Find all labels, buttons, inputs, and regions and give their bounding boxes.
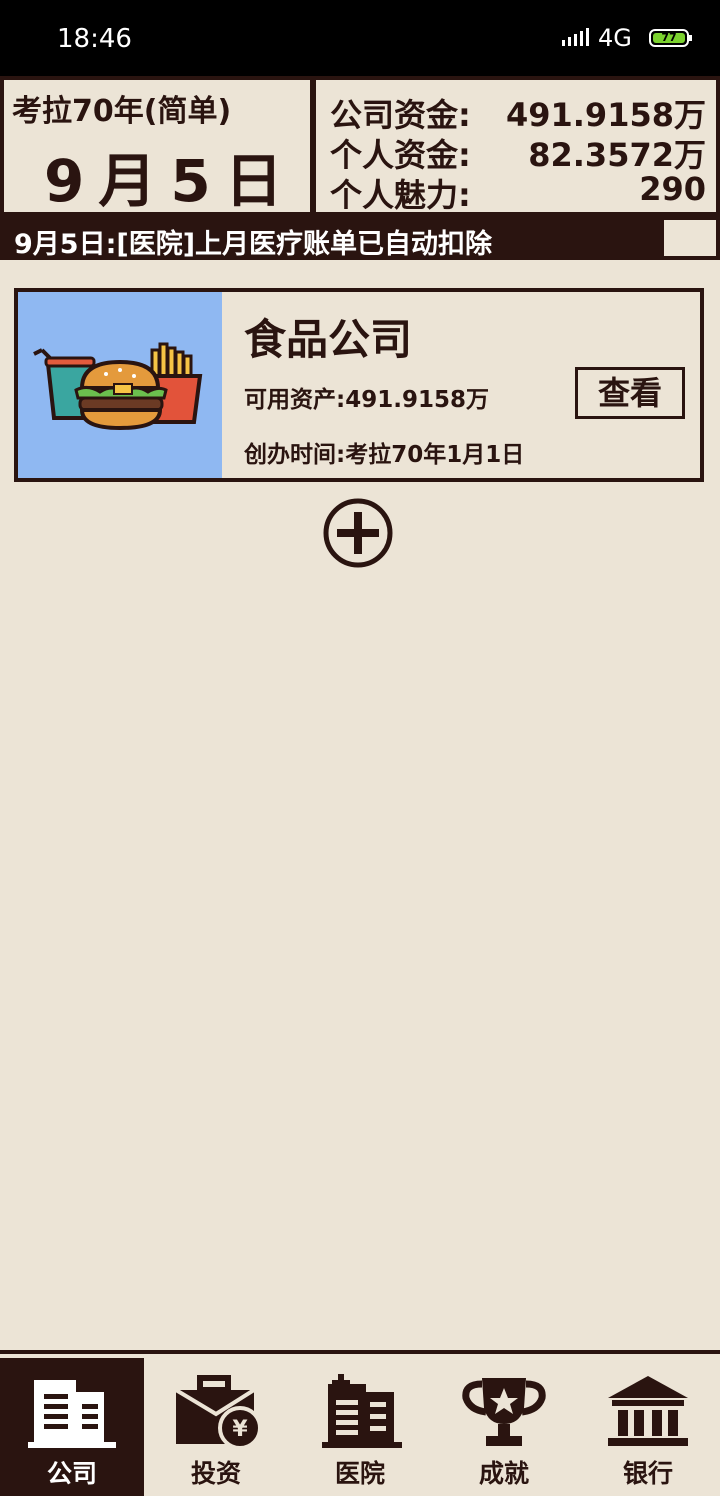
- tab-label: 银行: [622, 1459, 673, 1488]
- view-company-button[interactable]: 查看: [575, 367, 685, 419]
- status-time: 18:46: [57, 24, 132, 54]
- company-assets: 可用资产:491.9158万: [244, 387, 489, 413]
- tab-achievement[interactable]: 成就: [432, 1358, 576, 1496]
- burger-fries-drink-icon: [33, 342, 203, 431]
- header-panel: 考拉70年(简单) 9月5日 公司资金: 491.9158万 个人资金: 82.…: [0, 76, 720, 216]
- network-type: 4G: [598, 24, 632, 52]
- date-panel: 考拉70年(简单) 9月5日: [4, 80, 310, 215]
- tab-bank[interactable]: 银行: [576, 1358, 720, 1496]
- company-name: 食品公司: [244, 315, 413, 364]
- tab-label: 医院: [334, 1459, 385, 1488]
- battery-icon: 77: [649, 29, 692, 47]
- tab-hospital[interactable]: 医院: [288, 1358, 432, 1496]
- tab-label: 公司: [46, 1459, 97, 1488]
- building-icon: [28, 1380, 116, 1448]
- tab-company[interactable]: 公司: [0, 1358, 144, 1496]
- tab-invest[interactable]: ¥ 投资: [144, 1358, 288, 1496]
- charm-value: 290: [639, 170, 706, 208]
- tab-label: 成就: [478, 1459, 529, 1488]
- bank-icon: [608, 1376, 688, 1446]
- charm-row: 个人魅力: 290: [330, 170, 706, 214]
- battery-level: 77: [653, 32, 685, 43]
- game-date: 9月5日: [44, 147, 297, 215]
- trophy-icon: [462, 1378, 546, 1446]
- funds-panel: 公司资金: 491.9158万 个人资金: 82.3572万 个人魅力: 290: [316, 80, 716, 214]
- company-card[interactable]: 食品公司 可用资产:491.9158万 创办时间:考拉70年1月1日 查看: [14, 288, 704, 482]
- company-funds-row: 公司资金: 491.9158万: [330, 90, 706, 134]
- company-image: [18, 292, 222, 478]
- add-company-button[interactable]: [323, 498, 393, 568]
- bottom-tab-bar: 公司 ¥ 投资 医院 成就 银行: [0, 1350, 720, 1496]
- hospital-icon: [322, 1374, 402, 1448]
- company-founded: 创办时间:考拉70年1月1日: [244, 442, 525, 468]
- briefcase-yen-icon: ¥: [174, 1375, 262, 1450]
- plus-circle-icon: [323, 498, 393, 568]
- charm-label: 个人魅力:: [330, 176, 471, 214]
- ticker-end-box: [664, 220, 716, 256]
- game-year: 考拉70年(简单): [12, 94, 232, 129]
- signal-icon: [562, 28, 589, 46]
- news-ticker: 9月5日:[医院]上月医疗账单已自动扣除: [0, 216, 720, 260]
- svg-text:¥: ¥: [232, 1417, 248, 1442]
- status-bar: 18:46 4G 77: [0, 0, 720, 76]
- tab-label: 投资: [190, 1459, 241, 1488]
- personal-funds-row: 个人资金: 82.3572万: [330, 130, 706, 174]
- ticker-message: 9月5日:[医院]上月医疗账单已自动扣除: [14, 229, 493, 260]
